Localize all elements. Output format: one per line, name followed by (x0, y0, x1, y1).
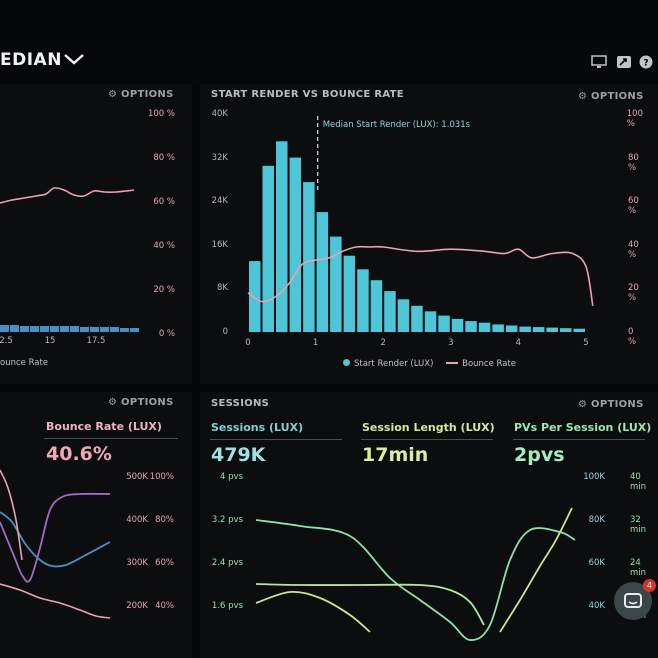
bar (397, 299, 410, 332)
bar (30, 326, 39, 332)
series-line (499, 507, 573, 633)
series-line (0, 583, 111, 619)
bar (80, 327, 89, 332)
bar (50, 326, 59, 332)
bar (120, 328, 129, 332)
bar (357, 269, 369, 332)
series-line (255, 583, 485, 626)
bar (330, 236, 342, 332)
bar (384, 291, 396, 332)
bar (276, 141, 288, 333)
bar (343, 255, 356, 332)
bar (370, 280, 383, 332)
bar (411, 305, 423, 332)
bar (262, 165, 274, 332)
bar (424, 311, 437, 332)
bar (465, 321, 477, 332)
bar (438, 315, 450, 332)
bar (70, 326, 79, 332)
bar (532, 327, 545, 332)
bar (90, 327, 99, 332)
bar (289, 157, 302, 332)
bar (249, 261, 261, 332)
bar (519, 326, 531, 332)
bar (60, 326, 69, 332)
bar (505, 325, 518, 332)
series-line (0, 492, 111, 583)
bar (110, 327, 119, 332)
series-line (255, 590, 371, 633)
bar (560, 328, 572, 332)
bar (573, 328, 585, 332)
bar (478, 322, 491, 332)
series-line (0, 187, 135, 204)
charts-canvas (0, 116, 594, 641)
bar (316, 212, 329, 332)
series-line (255, 519, 576, 641)
notification-badge[interactable]: 4 (643, 579, 656, 592)
bar (303, 182, 315, 332)
bar (100, 327, 109, 332)
bar (10, 325, 19, 332)
bar (546, 327, 558, 332)
bar (451, 318, 464, 332)
bar (40, 326, 49, 332)
bar (492, 324, 504, 332)
bar (0, 325, 9, 332)
bar (20, 326, 29, 332)
bar (130, 328, 139, 332)
